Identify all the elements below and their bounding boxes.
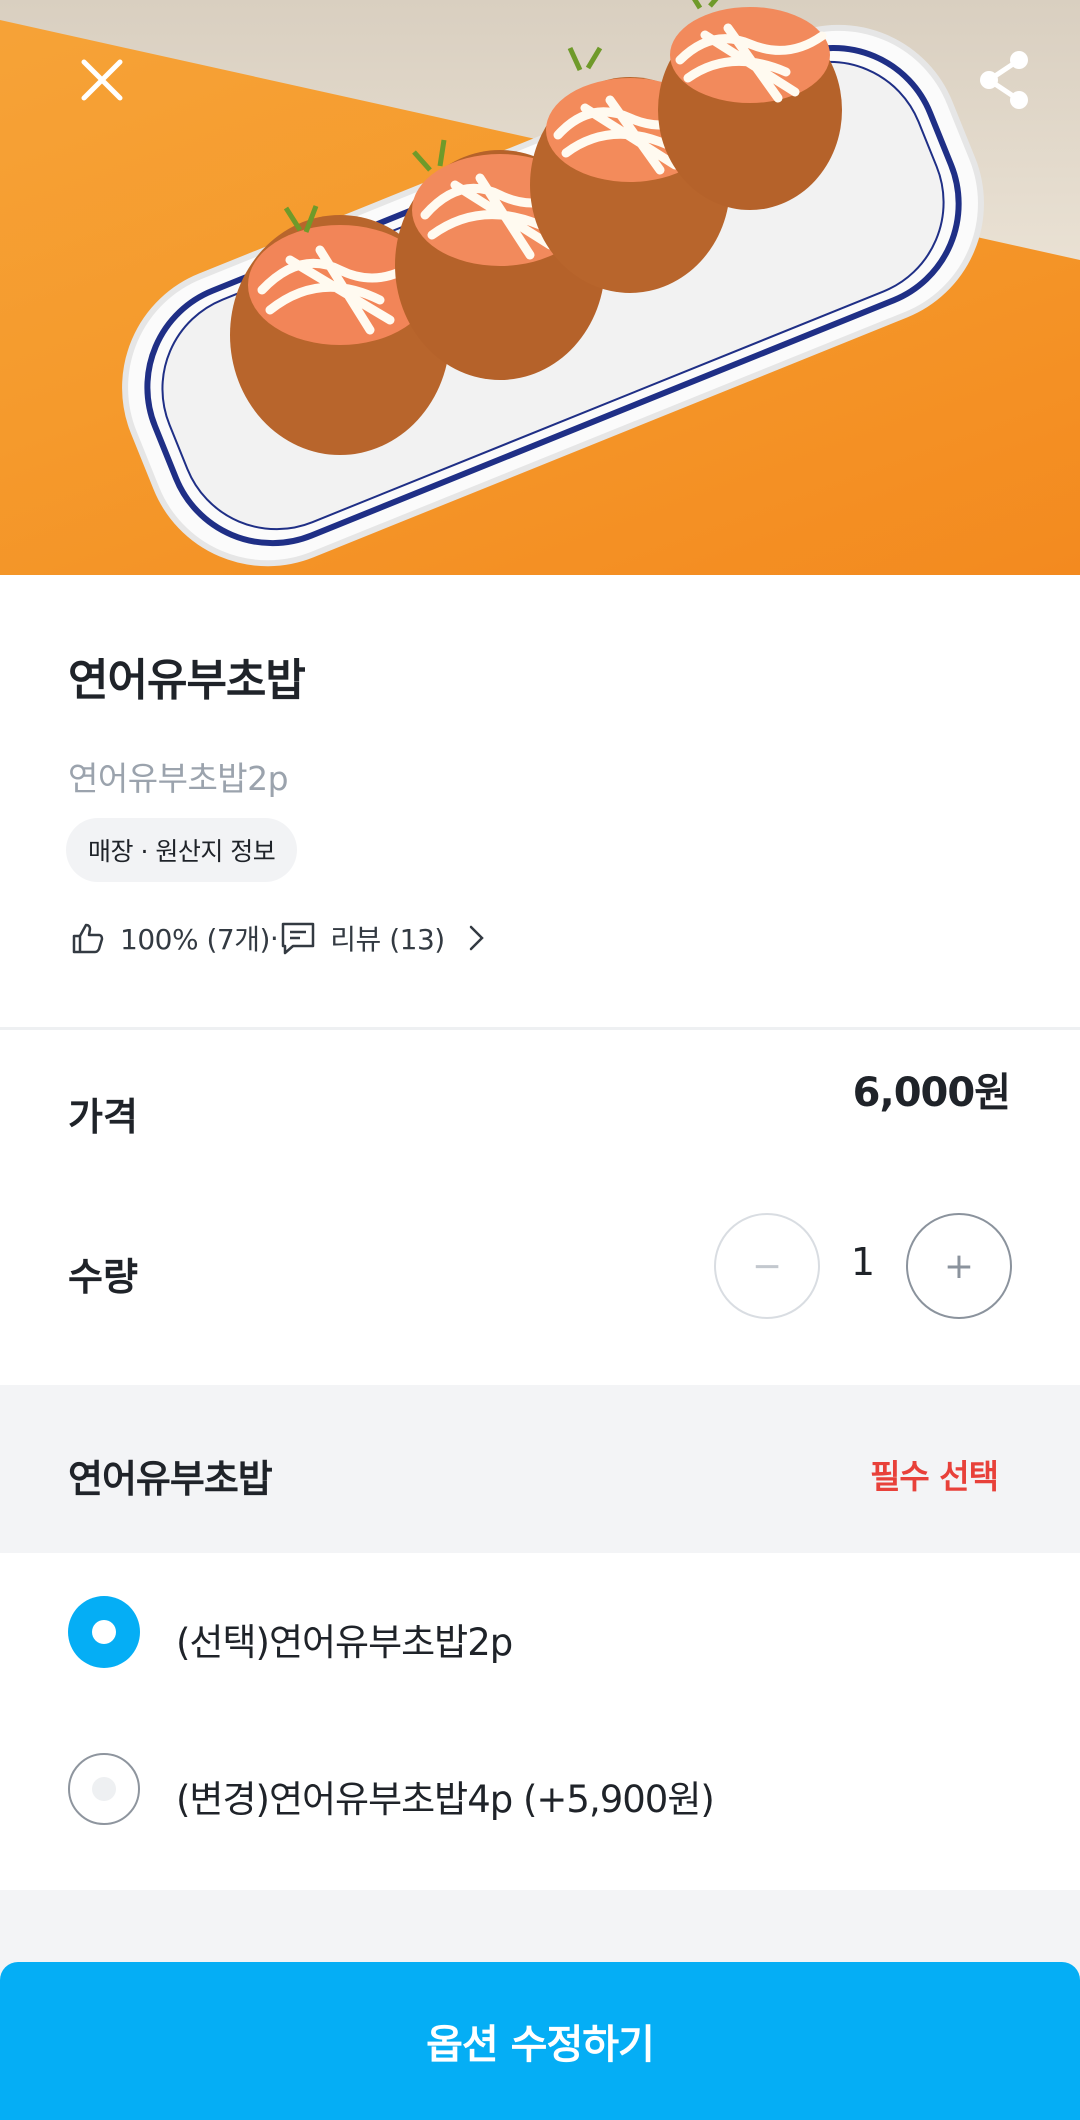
edit-options-button[interactable]: 옵션 수정하기 [0, 1962, 1080, 2120]
close-button[interactable] [62, 40, 142, 120]
plus-icon: + [943, 1245, 975, 1287]
option-group-title: 연어유부초밥 [68, 1457, 273, 1501]
quantity-increase-button[interactable]: + [906, 1213, 1012, 1319]
product-hero-image [0, 0, 1080, 575]
review-summary-link[interactable]: 100% (7개) · 리뷰 (13) [68, 916, 497, 960]
store-origin-info-button[interactable]: 매장 · 원산지 정보 [66, 818, 298, 882]
product-title: 연어유부초밥 [68, 655, 306, 706]
close-icon [81, 59, 123, 101]
radio-selected-icon[interactable] [68, 1596, 140, 1668]
share-button[interactable] [964, 40, 1044, 120]
radio-unselected-icon[interactable] [68, 1753, 140, 1825]
thumbs-up-icon [68, 918, 108, 958]
review-comment-icon [278, 918, 318, 958]
chevron-right-icon [457, 918, 497, 958]
product-subtitle: 연어유부초밥2p [68, 759, 289, 798]
quantity-label: 수량 [68, 1255, 138, 1299]
price-value: 6,000원 [852, 1070, 1011, 1116]
like-rate-text: 100% (7개) [120, 923, 270, 956]
option-radio-row[interactable]: (선택)연어유부초밥2p [0, 1560, 1080, 1710]
stats-separator: · [269, 921, 279, 955]
quantity-value: 1 [850, 1240, 876, 1284]
option-radio-row[interactable]: (변경)연어유부초밥4p (+5,900원) [0, 1717, 1080, 1867]
price-label: 가격 [68, 1095, 138, 1139]
required-badge: 필수 선택 [870, 1457, 999, 1496]
review-count-text: 리뷰 (13) [330, 923, 445, 956]
share-icon [980, 51, 1028, 109]
minus-icon: − [751, 1245, 783, 1287]
option-label: (변경)연어유부초밥4p (+5,900원) [176, 1778, 715, 1821]
sushi-plate-illustration [122, 0, 984, 567]
option-label: (선택)연어유부초밥2p [176, 1621, 513, 1664]
section-divider [0, 1027, 1080, 1030]
quantity-decrease-button[interactable]: − [714, 1213, 820, 1319]
